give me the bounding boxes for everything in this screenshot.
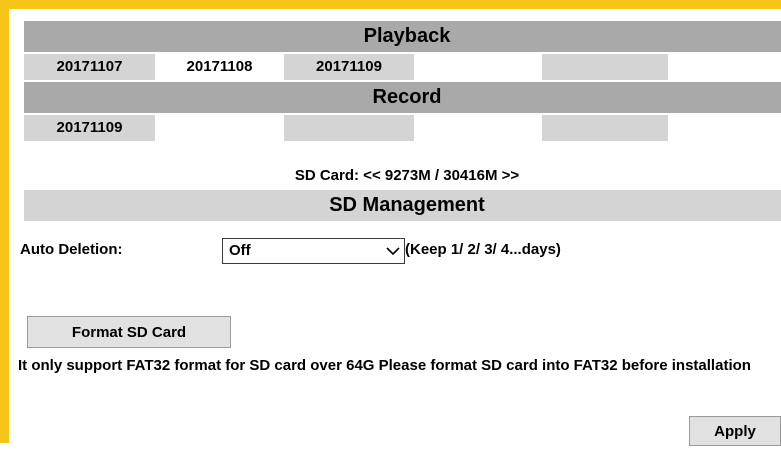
chevron-down-icon: [386, 247, 400, 256]
playback-date-link[interactable]: 20171109: [284, 54, 414, 80]
auto-deletion-select[interactable]: Off: [222, 238, 405, 264]
record-date-slot: [414, 115, 542, 141]
playback-header: Playback: [24, 21, 781, 52]
auto-deletion-value: Off: [229, 242, 251, 259]
apply-button[interactable]: Apply: [689, 416, 781, 446]
keep-days-hint: (Keep 1/ 2/ 3/ 4...days): [405, 241, 561, 258]
fat32-format-note: It only support FAT32 format for SD card…: [18, 357, 751, 374]
panel-frame: Playback 20171107 20171108 20171109 Reco…: [0, 0, 781, 446]
record-date-row: 20171109: [24, 115, 781, 141]
record-date-slot: [284, 115, 414, 141]
record-header: Record: [24, 82, 781, 113]
playback-date-row: 20171107 20171108 20171109: [24, 54, 781, 80]
record-date-slot: [155, 115, 284, 141]
sd-management-header: SD Management: [24, 190, 781, 221]
playback-date-link[interactable]: 20171107: [24, 54, 155, 80]
playback-date-slot: [542, 54, 668, 80]
playback-date-slot: [414, 54, 542, 80]
playback-date-slot: [668, 54, 781, 80]
playback-date-link[interactable]: 20171108: [155, 54, 284, 80]
sd-settings-panel: Playback 20171107 20171108 20171109 Reco…: [18, 18, 781, 452]
sd-card-usage: SD Card: << 9273M / 30416M >>: [294, 167, 520, 184]
record-date-slot: [668, 115, 781, 141]
auto-deletion-label: Auto Deletion:: [20, 241, 123, 258]
record-date-slot: [542, 115, 668, 141]
format-sd-card-button[interactable]: Format SD Card: [27, 316, 231, 348]
record-date-link[interactable]: 20171109: [24, 115, 155, 141]
